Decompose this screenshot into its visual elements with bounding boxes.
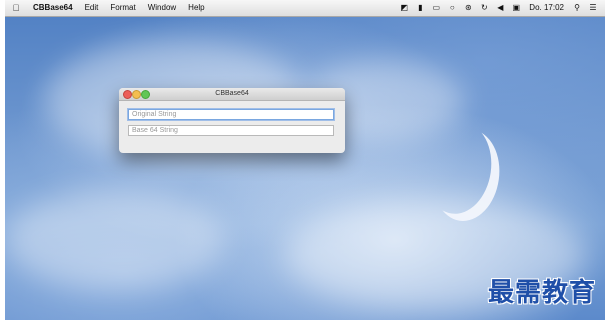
cloud-shape [5, 190, 225, 290]
watermark-text: 最需教育 [488, 278, 597, 308]
battery-bar-icon[interactable]: ▮ [415, 0, 425, 16]
input-source-icon[interactable]: ▣ [511, 0, 521, 16]
headphones-icon[interactable]: ◩ [399, 0, 409, 16]
base64-string-input[interactable]: Base 64 String [128, 125, 334, 136]
menu-format[interactable]: Format [104, 0, 141, 16]
spotlight-search-icon[interactable]: ⚲ [572, 0, 582, 16]
menu-bar:  CBBase64 Edit Format Window Help ◩ ▮ ▭… [5, 0, 605, 17]
menu-help[interactable]: Help [182, 0, 210, 16]
window-titlebar[interactable]: CBBase64 [119, 88, 345, 101]
notification-center-icon[interactable]: ☰ [588, 0, 598, 16]
cbbase64-window: CBBase64 Original String Base 64 String [119, 88, 345, 153]
time-machine-icon[interactable]: ↻ [479, 0, 489, 16]
airplay-icon[interactable]: ▭ [431, 0, 441, 16]
apple-logo-icon[interactable]:  [5, 3, 27, 13]
window-title: CBBase64 [215, 90, 249, 97]
menu-bar-right: ◩ ▮ ▭ ○ ⊛ ↻ ◀ ▣ Do. 17:02 ⚲ ☰ [396, 0, 605, 16]
menu-edit[interactable]: Edit [79, 0, 105, 16]
menu-clock[interactable]: Do. 17:02 [529, 0, 564, 16]
screen:  CBBase64 Edit Format Window Help ◩ ▮ ▭… [5, 0, 605, 320]
menu-app-name[interactable]: CBBase64 [27, 0, 79, 16]
volume-icon[interactable]: ◀ [495, 0, 505, 16]
messages-icon[interactable]: ○ [447, 0, 457, 16]
menu-window[interactable]: Window [142, 0, 182, 16]
menu-bar-left:  CBBase64 Edit Format Window Help [5, 0, 211, 16]
original-string-input[interactable]: Original String [128, 109, 334, 120]
bluetooth-icon[interactable]: ⊛ [463, 0, 473, 16]
